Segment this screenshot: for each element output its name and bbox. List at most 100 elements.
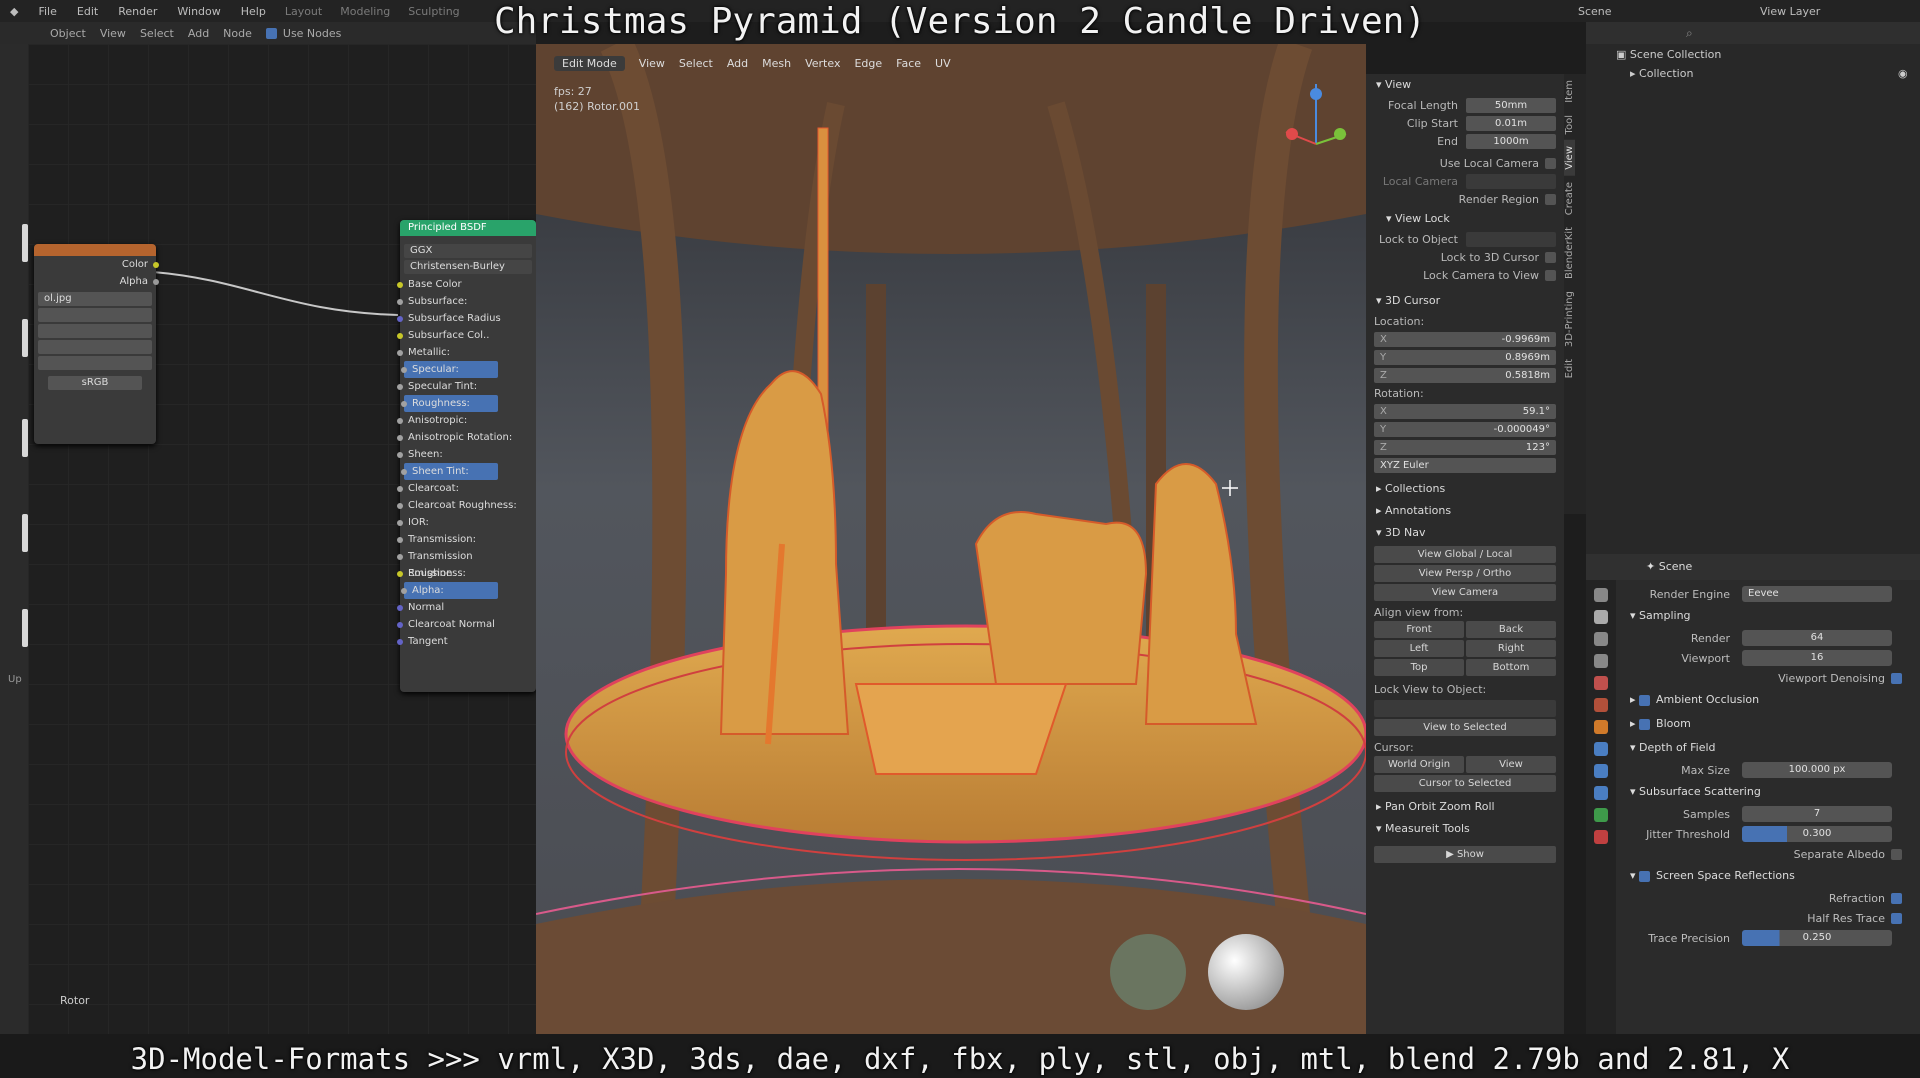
bsdf-input-row[interactable]: Normal bbox=[397, 599, 536, 616]
bsdf-input-row[interactable]: Subsurface: bbox=[397, 293, 536, 310]
workspace-tab-modeling[interactable]: Modeling bbox=[331, 5, 399, 18]
lock-camera-row[interactable]: Lock Camera to View bbox=[1366, 266, 1564, 284]
particles-tab-icon[interactable] bbox=[1594, 764, 1608, 778]
lock-view-object-field[interactable] bbox=[1374, 700, 1556, 717]
loc-y-field[interactable]: Y 0.8969m bbox=[1374, 349, 1556, 365]
bloom-header[interactable]: ▸ Bloom bbox=[1616, 712, 1920, 736]
vp-menu-view[interactable]: View bbox=[639, 57, 665, 70]
menu-edit[interactable]: Edit bbox=[67, 5, 108, 18]
principled-bsdf-node[interactable]: Principled BSDF GGX Christensen-Burley B… bbox=[397, 220, 536, 692]
search-icon[interactable]: ⌕ bbox=[1686, 26, 1693, 41]
vp-menu-select[interactable]: Select bbox=[679, 57, 713, 70]
input-socket[interactable] bbox=[397, 571, 403, 577]
align-bottom-button[interactable]: Bottom bbox=[1466, 659, 1556, 676]
menu-window[interactable]: Window bbox=[167, 5, 230, 18]
lock-cursor-row[interactable]: Lock to 3D Cursor bbox=[1366, 248, 1564, 266]
loc-z-field[interactable]: Z 0.5818m bbox=[1374, 367, 1556, 383]
3d-nav-header[interactable]: ▾ 3D Nav bbox=[1366, 522, 1564, 544]
half-res-row[interactable]: Half Res Trace bbox=[1616, 908, 1920, 928]
view-layer-selector[interactable]: View Layer bbox=[1760, 5, 1820, 18]
bsdf-input-row[interactable]: Emission bbox=[397, 565, 536, 582]
tab-view[interactable]: View bbox=[1564, 140, 1575, 176]
collection-row[interactable]: ▸ Collection ◉ bbox=[1586, 65, 1920, 82]
render-engine-dropdown[interactable]: Eevee bbox=[1742, 586, 1892, 602]
node-menu-view[interactable]: View bbox=[100, 27, 126, 40]
denoise-row[interactable]: Viewport Denoising bbox=[1616, 668, 1920, 688]
refraction-row[interactable]: Refraction bbox=[1616, 888, 1920, 908]
bsdf-input-row[interactable]: Anisotropic: bbox=[397, 412, 536, 429]
menu-file[interactable]: File bbox=[28, 5, 66, 18]
3d-cursor-header[interactable]: ▾ 3D Cursor bbox=[1366, 290, 1564, 312]
sss-samples-field[interactable]: 7 bbox=[1742, 806, 1892, 822]
modifier-tab-icon[interactable] bbox=[1594, 742, 1608, 756]
render-samples-field[interactable]: 64 bbox=[1742, 630, 1892, 646]
menu-help[interactable]: Help bbox=[231, 5, 276, 18]
bsdf-input-row[interactable]: Sheen Tint: bbox=[401, 463, 498, 480]
input-socket[interactable] bbox=[401, 588, 407, 594]
world-tab-icon[interactable] bbox=[1594, 698, 1608, 712]
align-right-button[interactable]: Right bbox=[1466, 640, 1556, 657]
input-socket[interactable] bbox=[401, 469, 407, 475]
outliner[interactable]: ▣ Scene Collection ▸ Collection ◉ bbox=[1586, 44, 1920, 554]
input-socket[interactable] bbox=[397, 384, 403, 390]
physics-tab-icon[interactable] bbox=[1594, 786, 1608, 800]
annotations-header[interactable]: ▸ Annotations bbox=[1366, 500, 1564, 522]
world-origin-button[interactable]: World Origin bbox=[1374, 756, 1464, 773]
separate-albedo-row[interactable]: Separate Albedo bbox=[1616, 844, 1920, 864]
euler-dropdown[interactable]: XYZ Euler bbox=[1374, 457, 1556, 473]
loc-x-field[interactable]: X -0.9969m bbox=[1374, 331, 1556, 347]
object-dropdown[interactable]: Object bbox=[50, 27, 86, 40]
bsdf-input-row[interactable]: Tangent bbox=[397, 633, 536, 650]
show-button[interactable]: ▶ Show bbox=[1374, 846, 1556, 863]
scene-selector[interactable]: Scene bbox=[1578, 5, 1612, 18]
ao-header[interactable]: ▸ Ambient Occlusion bbox=[1616, 688, 1920, 712]
local-camera-row[interactable]: Local Camera bbox=[1366, 172, 1564, 190]
bsdf-distribution[interactable]: GGX bbox=[404, 244, 532, 258]
data-tab-icon[interactable] bbox=[1594, 808, 1608, 822]
sss-header[interactable]: ▾ Subsurface Scattering bbox=[1616, 780, 1920, 804]
node-menu-select[interactable]: Select bbox=[140, 27, 174, 40]
use-local-camera-row[interactable]: Use Local Camera bbox=[1366, 154, 1564, 172]
clip-start-field[interactable]: 0.01m bbox=[1466, 115, 1556, 131]
view-persp-ortho-button[interactable]: View Persp / Ortho bbox=[1374, 565, 1556, 582]
output-tab-icon[interactable] bbox=[1594, 632, 1608, 646]
input-socket[interactable] bbox=[397, 316, 403, 322]
cursor-to-selected-button[interactable]: Cursor to Selected bbox=[1374, 775, 1556, 792]
max-size-field[interactable]: 100.000 px bbox=[1742, 762, 1892, 778]
material-tab-icon[interactable] bbox=[1594, 830, 1608, 844]
input-socket[interactable] bbox=[397, 333, 403, 339]
image-dropdown[interactable] bbox=[38, 356, 152, 370]
pan-orbit-header[interactable]: ▸ Pan Orbit Zoom Roll bbox=[1366, 796, 1564, 818]
bsdf-input-row[interactable]: Subsurface Col.. bbox=[397, 327, 536, 344]
input-socket[interactable] bbox=[397, 605, 403, 611]
bsdf-input-row[interactable]: Transmission Roughness: bbox=[397, 548, 536, 579]
focal-length-field[interactable]: 50mm bbox=[1466, 97, 1556, 113]
vp-menu-face[interactable]: Face bbox=[896, 57, 921, 70]
blender-logo-icon[interactable]: ◆ bbox=[0, 5, 28, 18]
menu-render[interactable]: Render bbox=[108, 5, 167, 18]
align-left-button[interactable]: Left bbox=[1374, 640, 1464, 657]
view-global-local-button[interactable]: View Global / Local bbox=[1374, 546, 1556, 563]
node-menu-node[interactable]: Node bbox=[223, 27, 252, 40]
input-socket[interactable] bbox=[397, 639, 403, 645]
tool-tab-icon[interactable] bbox=[1594, 588, 1608, 602]
view-section-header[interactable]: ▾ View bbox=[1366, 74, 1564, 96]
input-socket[interactable] bbox=[397, 537, 403, 543]
rot-y-field[interactable]: Y -0.000049° bbox=[1374, 421, 1556, 437]
tab-edit[interactable]: Edit bbox=[1564, 353, 1575, 384]
align-top-button[interactable]: Top bbox=[1374, 659, 1464, 676]
image-dropdown[interactable] bbox=[38, 324, 152, 338]
vp-menu-mesh[interactable]: Mesh bbox=[762, 57, 791, 70]
measureit-header[interactable]: ▾ Measureit Tools bbox=[1366, 818, 1564, 840]
rot-x-field[interactable]: X 59.1° bbox=[1374, 403, 1556, 419]
tab-3d-printing[interactable]: 3D-Printing bbox=[1564, 285, 1575, 353]
workspace-tab-sculpting[interactable]: Sculpting bbox=[399, 5, 468, 18]
tab-item[interactable]: Item bbox=[1564, 74, 1575, 109]
use-nodes-toggle[interactable]: Use Nodes bbox=[265, 27, 341, 40]
bsdf-input-row[interactable]: Clearcoat: bbox=[397, 480, 536, 497]
node-editor[interactable]: Color Alpha ol.jpg sRGB Principled BSDF … bbox=[28, 44, 536, 1034]
image-texture-node[interactable]: Color Alpha ol.jpg sRGB bbox=[34, 244, 159, 444]
render-region-row[interactable]: Render Region bbox=[1366, 190, 1564, 208]
bsdf-subsurface-method[interactable]: Christensen-Burley bbox=[404, 260, 532, 274]
ssr-header[interactable]: ▾ Screen Space Reflections bbox=[1616, 864, 1920, 888]
